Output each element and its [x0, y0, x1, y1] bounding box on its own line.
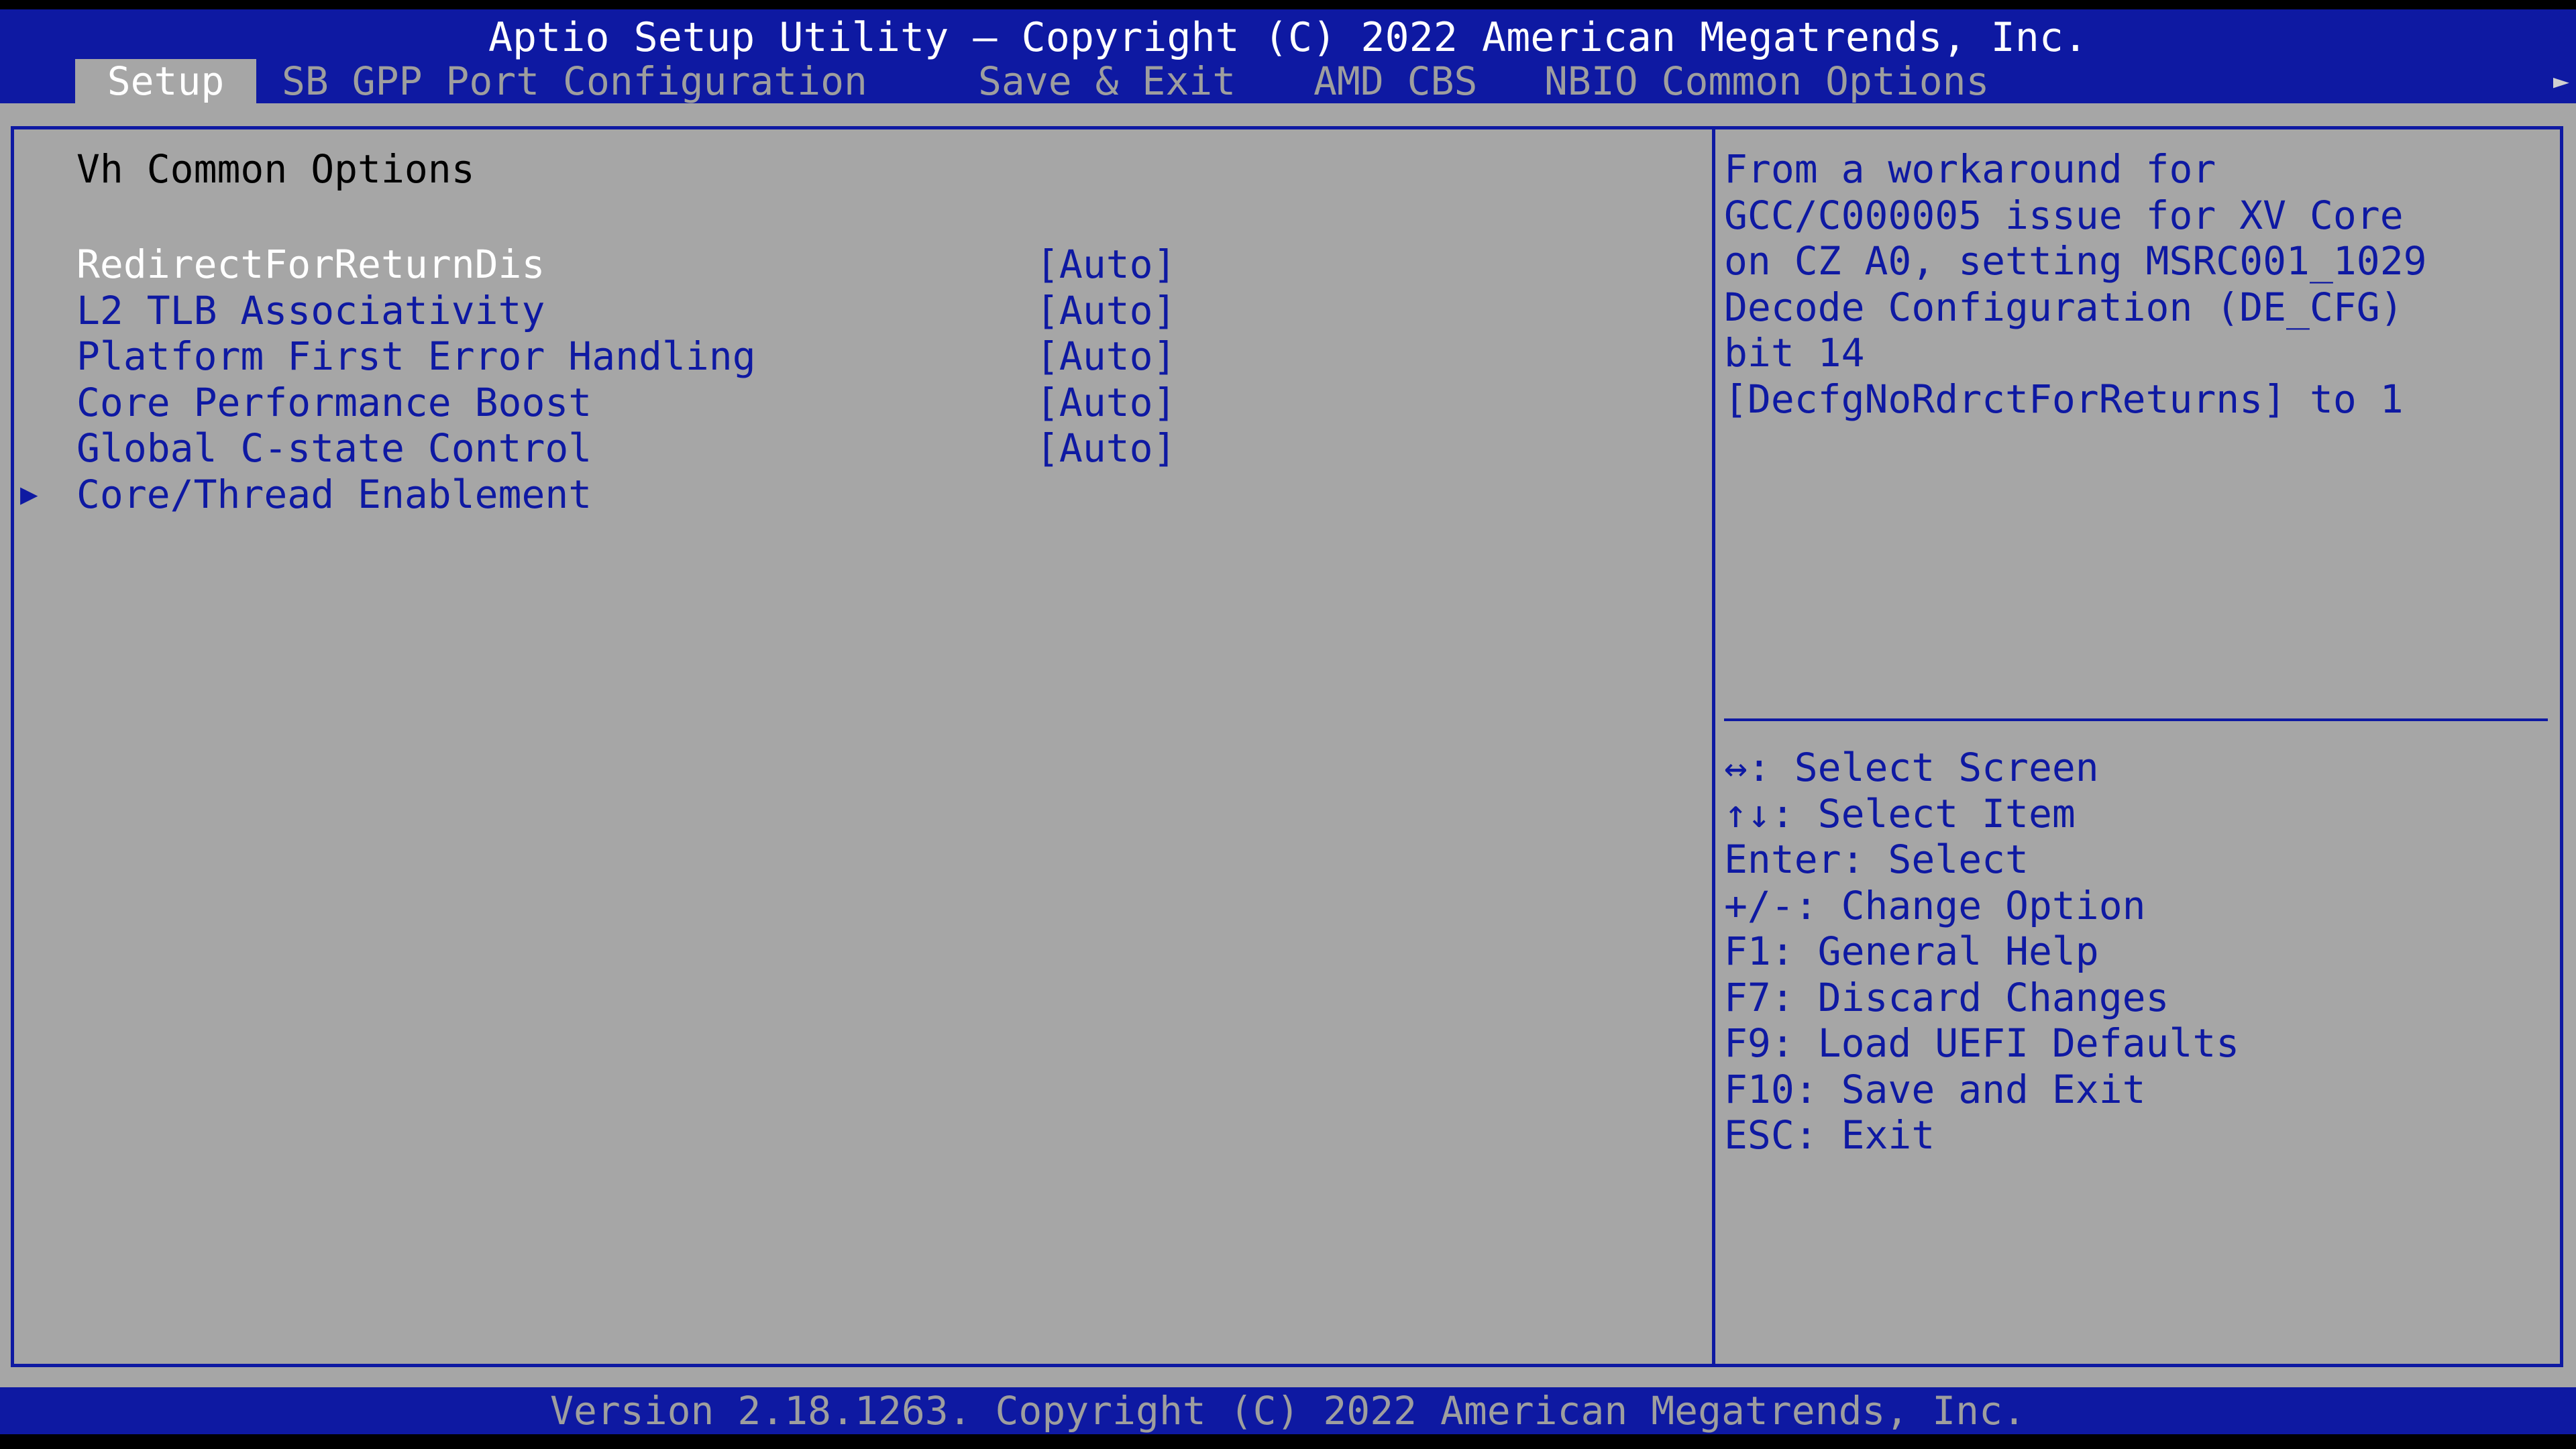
help-line: GCC/C000005 issue for XV Core: [1724, 192, 2404, 238]
setting-value[interactable]: [Auto]: [1036, 241, 1177, 287]
key-hint-enter-select: Enter: Select: [1724, 837, 2029, 882]
key-hint-discard-changes: F7: Discard Changes: [1724, 974, 2169, 1020]
setting-label: Core Performance Boost: [76, 380, 592, 425]
submenu-arrow-icon: ▶: [20, 477, 38, 511]
setting-label: Platform First Error Handling: [76, 333, 756, 379]
setting-redirect-for-return-dis[interactable]: RedirectForReturnDis [Auto]: [0, 241, 1704, 287]
tab-amd-cbs[interactable]: AMD CBS: [1313, 59, 1477, 103]
setting-value[interactable]: [Auto]: [1036, 425, 1177, 471]
setting-l2-tlb-associativity[interactable]: L2 TLB Associativity [Auto]: [0, 288, 1704, 333]
tab-bar: Setup SB GPP Port Configuration Save & E…: [0, 59, 2576, 103]
tab-setup[interactable]: Setup: [75, 59, 256, 103]
tab-sb-gpp-port-configuration[interactable]: SB GPP Port Configuration: [282, 59, 867, 103]
page-title: Vh Common Options: [76, 146, 475, 192]
item-help-text: From a workaround for GCC/C000005 issue …: [1724, 146, 2542, 422]
bios-screen: Aptio Setup Utility – Copyright (C) 2022…: [0, 0, 2576, 1449]
more-tabs-arrow-icon[interactable]: ►: [2553, 59, 2569, 103]
utility-title: Aptio Setup Utility – Copyright (C) 2022…: [488, 14, 2088, 61]
setting-label: Global C-state Control: [76, 425, 592, 471]
setting-label: L2 TLB Associativity: [76, 288, 545, 333]
help-divider: [1724, 718, 2548, 721]
footer-bar: Version 2.18.1263. Copyright (C) 2022 Am…: [0, 1387, 2576, 1434]
help-line: [DecfgNoRdrctForReturns] to 1: [1724, 376, 2404, 422]
header-bar: Aptio Setup Utility – Copyright (C) 2022…: [0, 9, 2576, 103]
setting-value[interactable]: [Auto]: [1036, 380, 1177, 425]
setting-global-c-state-control[interactable]: Global C-state Control [Auto]: [0, 425, 1704, 471]
help-line: bit 14: [1724, 330, 1865, 376]
key-legend: ↔: Select Screen ↑↓: Select Item Enter: …: [1724, 745, 2542, 1159]
key-hint-save-and-exit: F10: Save and Exit: [1724, 1066, 2146, 1112]
key-hint-esc-exit: ESC: Exit: [1724, 1112, 1935, 1158]
key-hint-general-help: F1: General Help: [1724, 928, 2099, 974]
setting-value[interactable]: [Auto]: [1036, 333, 1177, 379]
setting-core-performance-boost[interactable]: Core Performance Boost [Auto]: [0, 380, 1704, 425]
help-line: From a workaround for: [1724, 146, 2216, 192]
setting-value[interactable]: [Auto]: [1036, 288, 1177, 333]
help-line: on CZ A0, setting MSRC001_1029: [1724, 238, 2427, 284]
tab-nbio-common-options[interactable]: NBIO Common Options: [1544, 59, 1989, 103]
version-text: Version 2.18.1263. Copyright (C) 2022 Am…: [550, 1388, 2026, 1434]
key-hint-select-item: ↑↓: Select Item: [1724, 790, 2076, 837]
key-hint-load-uefi-defaults: F9: Load UEFI Defaults: [1724, 1020, 2240, 1066]
setting-platform-first-error-handling[interactable]: Platform First Error Handling [Auto]: [0, 333, 1704, 379]
setting-label: RedirectForReturnDis: [76, 241, 545, 287]
submenu-label: Core/Thread Enablement: [76, 472, 592, 517]
tab-save-and-exit[interactable]: Save & Exit: [978, 59, 1236, 103]
help-line: Decode Configuration (DE_CFG): [1724, 284, 2404, 330]
submenu-core-thread-enablement[interactable]: ▶ Core/Thread Enablement: [0, 472, 1704, 517]
key-hint-change-option: +/-: Change Option: [1724, 882, 2146, 928]
key-hint-select-screen: ↔: Select Screen: [1724, 745, 2099, 790]
